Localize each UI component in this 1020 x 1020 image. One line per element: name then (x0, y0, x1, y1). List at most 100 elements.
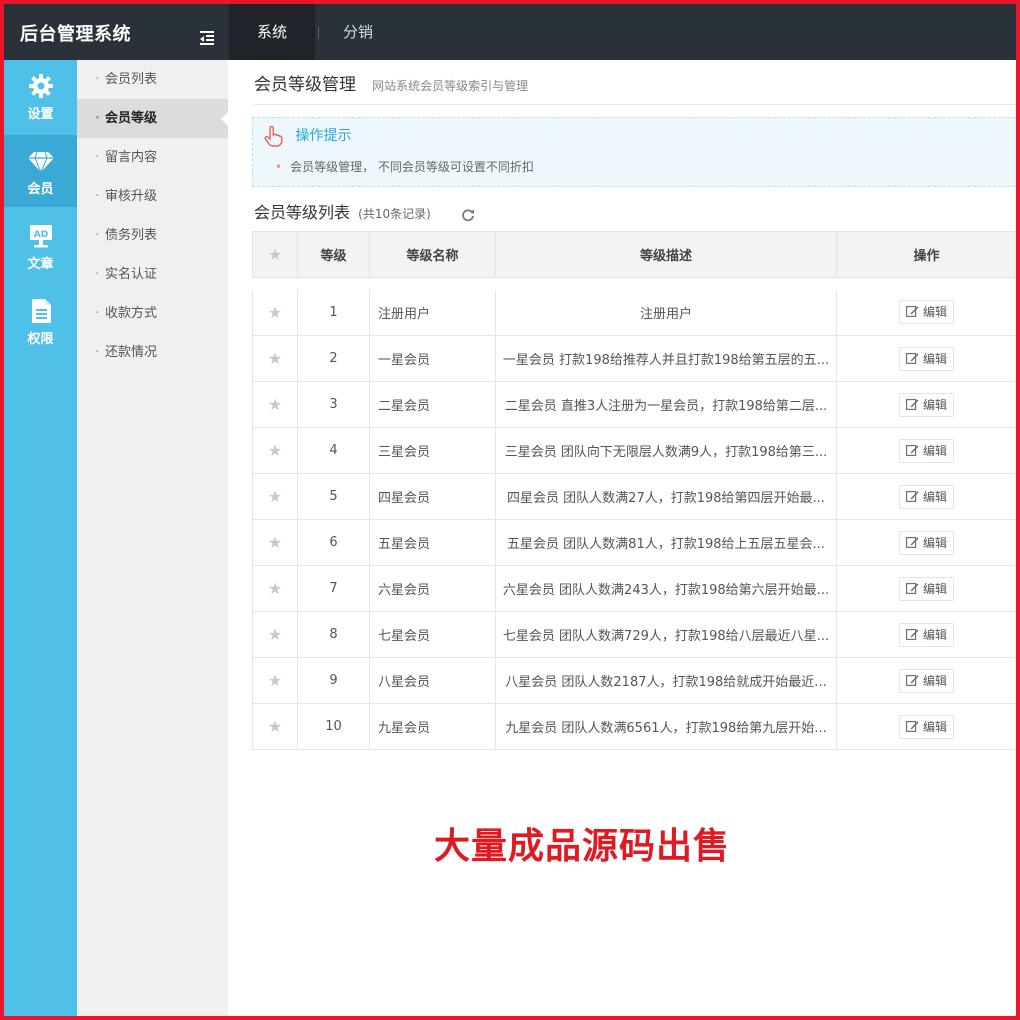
document-icon (31, 299, 51, 323)
menu-toggle-icon[interactable] (200, 31, 216, 45)
bullet: · (95, 267, 100, 282)
row-level-name: 二星会员 (369, 381, 496, 428)
sidebar-item-payment-method[interactable]: · 收款方式 (77, 294, 228, 333)
edit-icon (906, 352, 919, 364)
table-row: ★ 8 七星会员 七星会员 团队人数满729人，打款198给八层最近八星... 编辑 (252, 611, 1017, 658)
row-level-desc: 五星会员 团队人数满81人，打款198给上五层五星会... (495, 519, 837, 566)
member-level-table: ★ 等级 等级名称 等级描述 操作 ★ 1 注册用户 注册用户 编辑 ★ 2 一星会员 一星会员… (252, 231, 1017, 750)
iconbar-item-article[interactable]: AD 文章 (4, 210, 77, 282)
table-row: ★ 9 八星会员 八星会员 团队人数2187人，打款198给就成开始最近... 编辑 (252, 657, 1017, 704)
row-level: 6 (297, 519, 370, 566)
iconbar-item-permission[interactable]: 权限 (4, 285, 77, 357)
row-actions: 编辑 (836, 473, 1017, 520)
row-level-name: 九星会员 (369, 703, 496, 750)
table-row: ★ 4 三星会员 三星会员 团队向下无限层人数满9人，打款198给第三... 编辑 (252, 427, 1017, 474)
edit-icon (906, 536, 919, 548)
edit-icon (906, 674, 919, 686)
row-star[interactable]: ★ (252, 335, 298, 382)
iconbar-item-settings[interactable]: 设置 (4, 60, 77, 132)
iconbar-label-member: 会员 (27, 182, 54, 197)
row-level-desc: 一星会员 打款198给推荐人并且打款198给第五层的五... (495, 335, 837, 382)
icon-sidebar: 设置 会员 AD 文章 权限 (4, 60, 77, 1016)
hand-pointer-icon (264, 125, 283, 147)
topnav-item-distribution[interactable]: 分销 (315, 4, 401, 60)
row-star[interactable]: ★ (252, 519, 298, 566)
star-icon: ★ (267, 487, 283, 506)
row-level-name: 五星会员 (369, 519, 496, 566)
sidebar-item-member-level[interactable]: · 会员等级 (77, 99, 229, 138)
row-star[interactable]: ★ (252, 703, 298, 750)
edit-icon (906, 628, 919, 640)
row-level-desc: 六星会员 团队人数满243人，打款198给第六层开始最... (495, 565, 837, 612)
bullet: · (95, 72, 100, 87)
edit-icon (906, 720, 919, 732)
bullet: · (95, 189, 100, 204)
star-icon: ★ (267, 441, 283, 460)
edit-button[interactable]: 编辑 (898, 668, 954, 693)
edit-button[interactable]: 编辑 (898, 484, 954, 509)
edit-label: 编辑 (922, 719, 947, 734)
row-actions: 编辑 (836, 289, 1017, 336)
tips-header[interactable]: 操作提示 (263, 124, 351, 148)
edit-button[interactable]: 编辑 (898, 438, 954, 463)
diamond-icon (27, 151, 54, 174)
top-bar: 后台管理系统 系统 分销 (4, 4, 1016, 60)
edit-button[interactable]: 编辑 (898, 392, 954, 417)
row-star[interactable]: ★ (252, 611, 298, 658)
iconbar-item-member[interactable]: 会员 (4, 135, 77, 207)
sidebar-item-review-upgrade[interactable]: · 审核升级 (77, 177, 228, 216)
list-header: 会员等级列表 (共10条记录) (254, 200, 475, 226)
row-level: 9 (297, 657, 370, 704)
star-icon: ★ (267, 671, 283, 690)
row-actions: 编辑 (836, 427, 1017, 474)
tips-title: 操作提示 (295, 128, 352, 144)
refresh-icon[interactable] (461, 208, 475, 222)
row-star[interactable]: ★ (252, 381, 298, 428)
topnav-item-system[interactable]: 系统 (229, 4, 316, 60)
row-star[interactable]: ★ (252, 427, 298, 474)
row-star[interactable]: ★ (252, 289, 298, 336)
sidebar-item-debt-list[interactable]: · 债务列表 (77, 216, 228, 255)
sidebar-item-label: 会员列表 (105, 72, 158, 87)
table-spacer (252, 277, 1017, 290)
row-level: 10 (297, 703, 370, 750)
edit-button[interactable]: 编辑 (898, 714, 954, 739)
row-level: 2 (297, 335, 370, 382)
row-actions: 编辑 (836, 657, 1017, 704)
row-star[interactable]: ★ (252, 473, 298, 520)
app-title: 后台管理系统 (20, 24, 131, 45)
star-icon: ★ (267, 625, 283, 644)
sidebar-item-member-list[interactable]: · 会员列表 (77, 60, 228, 99)
bullet: • (275, 160, 283, 174)
header-level-name: 等级名称 (369, 231, 496, 278)
table-row: ★ 5 四星会员 四星会员 团队人数满27人，打款198给第四层开始最... 编辑 (252, 473, 1017, 520)
bullet: · (95, 150, 100, 165)
bullet: · (95, 228, 100, 243)
edit-button[interactable]: 编辑 (898, 576, 954, 601)
edit-button[interactable]: 编辑 (898, 530, 954, 555)
edit-button[interactable]: 编辑 (898, 346, 954, 371)
sidebar-item-messages[interactable]: · 留言内容 (77, 138, 228, 177)
star-icon: ★ (267, 395, 283, 414)
row-star[interactable]: ★ (252, 657, 298, 704)
row-actions: 编辑 (836, 381, 1017, 428)
main-content: 会员等级管理 网站系统会员等级索引与管理 操作提示 • 会员等级管理， 不同会员等… (228, 60, 1017, 1016)
header-level-desc: 等级描述 (495, 231, 837, 278)
sidebar-item-label: 债务列表 (105, 228, 158, 243)
row-level: 4 (297, 427, 370, 474)
row-actions: 编辑 (836, 335, 1017, 382)
header-level: 等级 (297, 231, 370, 278)
row-level-desc: 三星会员 团队向下无限层人数满9人，打款198给第三... (495, 427, 837, 474)
table-row: ★ 3 二星会员 二星会员 直推3人注册为一星会员，打款198给第二层... 编辑 (252, 381, 1017, 428)
table-row: ★ 2 一星会员 一星会员 打款198给推荐人并且打款198给第五层的五... 编辑 (252, 335, 1017, 382)
iconbar-label-article: 文章 (27, 257, 54, 272)
sidebar-item-real-name[interactable]: · 实名认证 (77, 255, 228, 294)
row-level-name: 三星会员 (369, 427, 496, 474)
row-level-name: 一星会员 (369, 335, 496, 382)
row-level: 8 (297, 611, 370, 658)
row-star[interactable]: ★ (252, 565, 298, 612)
edit-button[interactable]: 编辑 (898, 622, 954, 647)
sidebar-item-repayment[interactable]: · 还款情况 (77, 333, 228, 372)
edit-button[interactable]: 编辑 (898, 300, 954, 325)
sub-sidebar: · 会员列表 · 会员等级 · 留言内容 · 审核升级 · 债务列表 · 实名认证 · 收款方… (77, 60, 229, 1016)
